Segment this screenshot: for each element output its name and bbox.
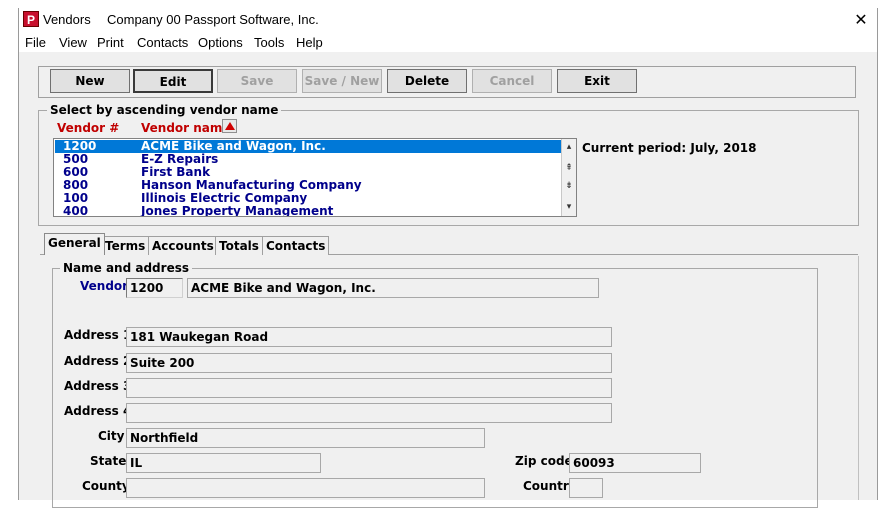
address4-label: Address 4 xyxy=(64,404,132,418)
cancel-button[interactable]: Cancel xyxy=(472,69,552,93)
state-label: State xyxy=(90,454,127,468)
tab-contacts[interactable]: Contacts xyxy=(262,236,330,255)
address2-field[interactable]: Suite 200 xyxy=(126,353,612,373)
address3-label: Address 3 xyxy=(64,379,132,393)
zip-code-field[interactable]: 60093 xyxy=(569,453,701,473)
vendor-number: 400 xyxy=(63,204,89,217)
menu-options[interactable]: Options xyxy=(198,35,243,50)
close-icon[interactable]: ✕ xyxy=(851,10,871,30)
menu-help[interactable]: Help xyxy=(296,35,323,50)
vendor-number-column-header[interactable]: Vendor # xyxy=(57,121,119,135)
list-item[interactable]: 800 Hanson Manufacturing Company xyxy=(55,179,563,192)
save-button[interactable]: Save xyxy=(217,69,297,93)
vendor-name-column-header[interactable]: Vendor name xyxy=(141,121,231,135)
county-field[interactable] xyxy=(126,478,485,498)
list-item[interactable]: 400 Jones Property Management xyxy=(55,205,563,217)
address2-label: Address 2 xyxy=(64,354,132,368)
city-label: City xyxy=(98,429,125,443)
scroll-down-icon[interactable]: ▾ xyxy=(562,201,576,214)
delete-button[interactable]: Delete xyxy=(387,69,467,93)
select-group-title: Select by ascending vendor name xyxy=(47,103,282,117)
tab-totals[interactable]: Totals xyxy=(215,236,263,255)
address1-label: Address 1 xyxy=(64,328,132,342)
page-up-icon[interactable]: ⇞ xyxy=(562,162,576,175)
name-address-title: Name and address xyxy=(60,261,192,275)
address1-field[interactable]: 181 Waukegan Road xyxy=(126,327,612,347)
company-name: Company 00 Passport Software, Inc. xyxy=(107,12,319,27)
tab-terms[interactable]: Terms xyxy=(101,236,150,255)
state-field[interactable]: IL xyxy=(126,453,321,473)
list-item[interactable]: 1200 ACME Bike and Wagon, Inc. xyxy=(55,140,563,153)
menu-contacts[interactable]: Contacts xyxy=(137,35,188,50)
vendor-name: Jones Property Management xyxy=(141,204,334,217)
passport-app-icon: P xyxy=(23,11,39,27)
zip-code-label: Zip code xyxy=(515,454,573,468)
window-title: Vendors xyxy=(43,12,91,27)
list-item[interactable]: 500 E-Z Repairs xyxy=(55,153,563,166)
address3-field[interactable] xyxy=(126,378,612,398)
city-field[interactable]: Northfield xyxy=(126,428,485,448)
vendor-label: Vendor xyxy=(80,279,129,293)
menu-tools[interactable]: Tools xyxy=(254,35,284,50)
menu-print[interactable]: Print xyxy=(97,35,124,50)
tab-general[interactable]: General xyxy=(44,233,105,255)
vendor-name-field[interactable]: ACME Bike and Wagon, Inc. xyxy=(187,278,599,298)
county-label: County xyxy=(82,479,130,493)
new-button[interactable]: New xyxy=(50,69,130,93)
current-period: Current period: July, 2018 xyxy=(582,141,757,155)
page-down-icon[interactable]: ⇟ xyxy=(562,180,576,193)
menu-view[interactable]: View xyxy=(59,35,87,50)
menu-file[interactable]: File xyxy=(25,35,46,50)
title-bar: P Vendors Company 00 Passport Software, … xyxy=(19,8,877,32)
vendor-number-field[interactable]: 1200 xyxy=(126,278,183,298)
list-scrollbar[interactable]: ▴ ⇞ ⇟ ▾ xyxy=(561,139,576,216)
exit-button[interactable]: Exit xyxy=(557,69,637,93)
sort-ascending-icon[interactable] xyxy=(222,119,237,133)
vendor-list[interactable]: 1200 ACME Bike and Wagon, Inc. 500 E-Z R… xyxy=(53,138,577,217)
menu-bar: File View Print Contacts Options Tools H… xyxy=(19,32,877,52)
scroll-up-icon[interactable]: ▴ xyxy=(562,141,576,154)
save-new-button[interactable]: Save / New xyxy=(302,69,382,93)
country-field[interactable] xyxy=(569,478,603,498)
address4-field[interactable] xyxy=(126,403,612,423)
form-scrollbar[interactable] xyxy=(858,256,876,500)
tab-accounts[interactable]: Accounts xyxy=(148,236,218,255)
edit-button[interactable]: Edit xyxy=(133,69,213,93)
